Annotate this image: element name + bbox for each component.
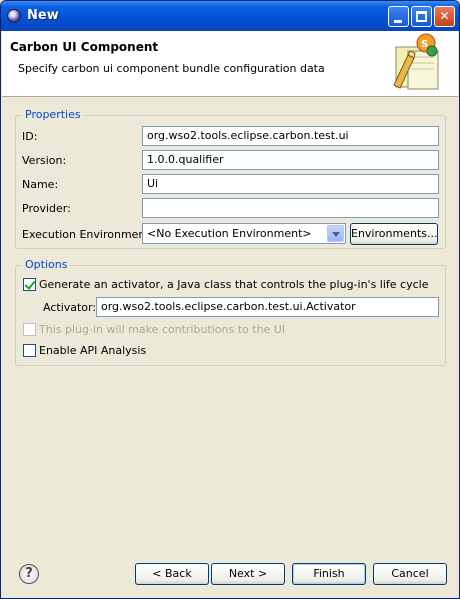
- provider-label: Provider:: [22, 202, 71, 215]
- execution-environment-value: <No Execution Environment>: [147, 227, 312, 240]
- minimize-button[interactable]: [388, 6, 409, 27]
- ui-contributions-checkbox[interactable]: [23, 323, 36, 336]
- page-description: Specify carbon ui component bundle confi…: [18, 62, 325, 75]
- properties-group-label: Properties: [22, 108, 84, 121]
- svg-text:S: S: [421, 39, 428, 50]
- wizard-header: Carbon UI Component Specify carbon ui co…: [2, 31, 458, 97]
- generate-activator-checkbox[interactable]: [23, 278, 36, 291]
- help-icon[interactable]: ?: [19, 564, 39, 584]
- cancel-button[interactable]: Cancel: [373, 563, 447, 585]
- new-wizard-dialog: New ✕ Carbon UI Component Specify carbon…: [0, 0, 460, 599]
- window-title: New: [27, 8, 59, 23]
- plugin-wizard-icon: S: [393, 33, 439, 90]
- name-field[interactable]: Ui: [142, 174, 439, 194]
- ui-contributions-label: This plug-in will make contributions to …: [39, 323, 286, 336]
- finish-button[interactable]: Finish: [292, 563, 366, 585]
- version-field[interactable]: 1.0.0.qualifier: [142, 150, 439, 170]
- maximize-icon: [416, 11, 427, 22]
- id-label: ID:: [22, 130, 38, 143]
- version-label: Version:: [22, 154, 67, 167]
- close-button[interactable]: ✕: [434, 6, 455, 27]
- eclipse-icon: [7, 9, 21, 23]
- provider-field[interactable]: [142, 198, 439, 218]
- environments-button[interactable]: Environments...: [350, 223, 438, 245]
- close-icon: ✕: [439, 9, 450, 23]
- minimize-icon: [394, 20, 402, 23]
- back-button[interactable]: < Back: [135, 563, 209, 585]
- options-group-label: Options: [22, 258, 71, 271]
- api-analysis-label: Enable API Analysis: [39, 344, 147, 357]
- name-label: Name:: [22, 178, 59, 191]
- execution-environment-select[interactable]: <No Execution Environment>: [142, 223, 346, 244]
- next-button[interactable]: Next >: [211, 563, 285, 585]
- chevron-down-icon[interactable]: [327, 225, 344, 242]
- id-field[interactable]: org.wso2.tools.eclipse.carbon.test.ui: [142, 126, 439, 146]
- generate-activator-label: Generate an activator, a Java class that…: [39, 278, 429, 291]
- api-analysis-checkbox[interactable]: [23, 344, 36, 357]
- activator-label: Activator:: [43, 301, 97, 314]
- execution-environment-label: Execution Environment:: [22, 228, 154, 241]
- page-title: Carbon UI Component: [10, 40, 159, 54]
- activator-field[interactable]: org.wso2.tools.eclipse.carbon.test.ui.Ac…: [96, 297, 439, 317]
- title-bar[interactable]: New ✕: [1, 1, 459, 31]
- maximize-button[interactable]: [411, 6, 432, 27]
